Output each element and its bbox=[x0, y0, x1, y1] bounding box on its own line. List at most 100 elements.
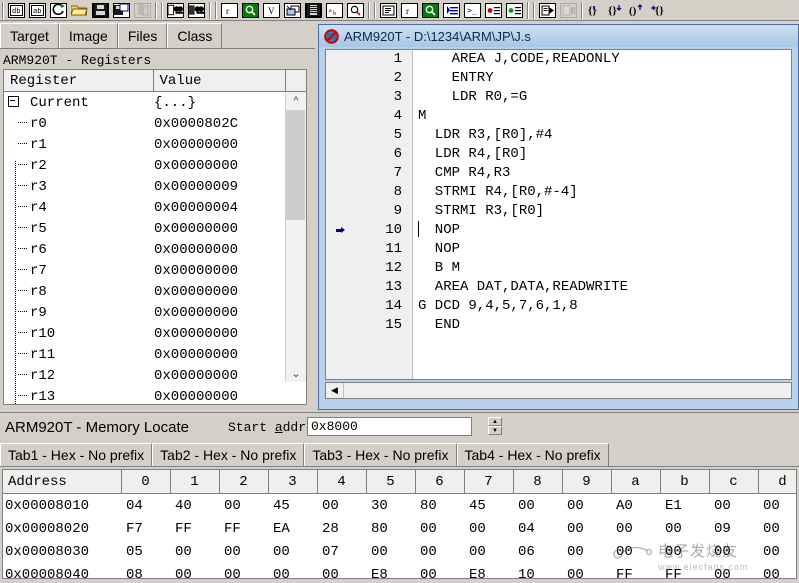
column-header-4[interactable]: 4 bbox=[317, 470, 367, 494]
step-out-icon[interactable]: () bbox=[627, 1, 648, 20]
code-horizontal-scrollbar[interactable]: ◀ bbox=[325, 382, 792, 399]
column-header-3[interactable]: 3 bbox=[268, 470, 318, 494]
memory-tab-4[interactable]: Tab4 - Hex - No prefix bbox=[456, 443, 609, 466]
table-row[interactable]: r4 0x00000004 bbox=[4, 197, 306, 218]
memory-cell[interactable]: E1 bbox=[660, 494, 709, 518]
memory-cell[interactable]: 00 bbox=[758, 563, 796, 579]
memory-cell[interactable]: A0 bbox=[611, 494, 660, 518]
table-row[interactable]: r12 0x00000000 bbox=[4, 365, 306, 386]
memory-cell[interactable]: 00 bbox=[758, 517, 796, 540]
table-row[interactable]: 0x00008030 05 00 00 00 07 00 00 00 06 00… bbox=[3, 540, 796, 563]
column-header-6[interactable]: 6 bbox=[415, 470, 465, 494]
memory-cell[interactable]: 30 bbox=[366, 494, 415, 518]
memory-cell[interactable]: 10 bbox=[513, 563, 562, 579]
search-memory-icon[interactable] bbox=[240, 1, 261, 20]
table-row[interactable]: 0x00008040 08 00 00 00 00 E8 00 E8 10 00… bbox=[3, 563, 796, 579]
find-icon[interactable] bbox=[165, 1, 186, 20]
memory-cell[interactable]: 00 bbox=[562, 494, 611, 518]
tab-image[interactable]: Image bbox=[58, 23, 118, 48]
table-row[interactable]: r10 0x00000000 bbox=[4, 323, 306, 344]
column-header-d[interactable]: d bbox=[758, 470, 796, 494]
start-address-input[interactable]: 0x8000 bbox=[307, 417, 472, 436]
step-in-icon[interactable]: {} bbox=[585, 1, 606, 20]
run-icon[interactable] bbox=[537, 1, 558, 20]
memory-cell[interactable]: 00 bbox=[709, 540, 758, 563]
scrollbar-thumb[interactable] bbox=[286, 110, 305, 220]
spinner-down-icon[interactable]: ▼ bbox=[488, 426, 502, 435]
memory-cell[interactable]: 00 bbox=[415, 517, 464, 540]
memory-cell[interactable]: 80 bbox=[415, 494, 464, 518]
table-row[interactable]: r8 0x00000000 bbox=[4, 281, 306, 302]
memory-cell[interactable]: 00 bbox=[562, 517, 611, 540]
memory-cell[interactable]: 00 bbox=[170, 540, 219, 563]
memory-cell[interactable]: 00 bbox=[317, 563, 366, 579]
memory-icon[interactable] bbox=[303, 1, 324, 20]
memory-cell[interactable]: 45 bbox=[464, 494, 513, 518]
column-header-register[interactable]: Register bbox=[4, 70, 154, 92]
column-header-2[interactable]: 2 bbox=[219, 470, 269, 494]
memory-cell[interactable]: FF bbox=[219, 517, 268, 540]
table-row[interactable]: r5 0x00000000 bbox=[4, 218, 306, 239]
table-row[interactable]: Current {...} bbox=[4, 92, 306, 113]
disassembly-icon[interactable] bbox=[378, 1, 399, 20]
registers-vertical-scrollbar[interactable]: ^ ⌄ bbox=[285, 92, 306, 382]
console-icon[interactable]: >_ bbox=[462, 1, 483, 20]
memory-cell[interactable]: 00 bbox=[415, 563, 464, 579]
collapse-expander-icon[interactable] bbox=[8, 96, 19, 108]
registers-icon[interactable]: r bbox=[219, 1, 240, 20]
table-row[interactable]: r0 0x0000802C bbox=[4, 113, 306, 134]
memory-cell[interactable]: F7 bbox=[121, 517, 170, 540]
column-header-b[interactable]: b bbox=[660, 470, 710, 494]
table-row[interactable]: r2 0x00000000 bbox=[4, 155, 306, 176]
memory-cell[interactable]: 00 bbox=[611, 540, 660, 563]
memory-cell[interactable]: 00 bbox=[464, 517, 513, 540]
table-row[interactable]: r13 0x00000000 bbox=[4, 386, 306, 404]
memory-cell[interactable]: E8 bbox=[366, 563, 415, 579]
tab-class[interactable]: Class bbox=[167, 23, 223, 48]
line-number-gutter[interactable]: 1 2 3 4 5 6 7 8 9 10 11 12 13 14 15 bbox=[326, 50, 413, 379]
memory-cell[interactable]: 00 bbox=[170, 563, 219, 579]
scroll-left-arrow-icon[interactable]: ◀ bbox=[326, 383, 344, 398]
memory-cell[interactable]: 00 bbox=[758, 494, 796, 518]
memory-cell[interactable]: 00 bbox=[660, 540, 709, 563]
memory-cell[interactable]: 00 bbox=[513, 494, 562, 518]
column-header-a[interactable]: a bbox=[611, 470, 661, 494]
open-folder-icon[interactable] bbox=[69, 1, 90, 20]
memory-cell[interactable]: 40 bbox=[170, 494, 219, 518]
print-icon[interactable] bbox=[132, 1, 153, 20]
memory-table[interactable]: Address 0 1 2 3 4 5 6 7 8 9 a b c d 0x00… bbox=[2, 469, 797, 579]
memory-cell[interactable]: 04 bbox=[513, 517, 562, 540]
column-header-8[interactable]: 8 bbox=[513, 470, 563, 494]
table-row[interactable]: r1 0x00000000 bbox=[4, 134, 306, 155]
memory-cell[interactable]: 80 bbox=[366, 517, 415, 540]
column-header-1[interactable]: 1 bbox=[170, 470, 220, 494]
memory-tab-2[interactable]: Tab2 - Hex - No prefix bbox=[152, 443, 305, 466]
code-text-area[interactable]: AREA J,CODE,READONLY ENTRY LDR R0,=G M L… bbox=[413, 50, 791, 379]
column-header-c[interactable]: c bbox=[709, 470, 759, 494]
memory-cell[interactable]: 45 bbox=[268, 494, 317, 518]
table-row[interactable]: r11 0x00000000 bbox=[4, 344, 306, 365]
memory-cell[interactable]: 00 bbox=[464, 540, 513, 563]
memory-cell[interactable]: 07 bbox=[317, 540, 366, 563]
source-view-icon[interactable] bbox=[441, 1, 462, 20]
memory-cell[interactable]: 00 bbox=[562, 540, 611, 563]
table-row[interactable]: 0x00008020 F7 FF FF EA 28 80 00 00 04 00… bbox=[3, 517, 796, 540]
table-row[interactable]: 0x00008010 04 40 00 45 00 30 80 45 00 00… bbox=[3, 494, 796, 518]
memory-cell[interactable]: 05 bbox=[121, 540, 170, 563]
memory-cell[interactable]: 00 bbox=[268, 563, 317, 579]
address-spinner[interactable]: ▲ ▼ bbox=[488, 417, 502, 436]
variables-icon[interactable]: V bbox=[261, 1, 282, 20]
save-icon[interactable] bbox=[90, 1, 111, 20]
table-row[interactable]: r6 0x00000000 bbox=[4, 239, 306, 260]
memory-cell-highlighted[interactable]: 09 bbox=[709, 517, 758, 540]
memory-cell[interactable]: 06 bbox=[513, 540, 562, 563]
open-workspace-icon[interactable]: ab bbox=[27, 1, 48, 20]
memory-tab-3[interactable]: Tab3 - Hex - No prefix bbox=[304, 443, 457, 466]
table-row[interactable]: r3 0x00000009 bbox=[4, 176, 306, 197]
memory-cell[interactable]: 00 bbox=[317, 494, 366, 518]
table-row[interactable]: r7 0x00000000 bbox=[4, 260, 306, 281]
step-over-icon[interactable]: {} bbox=[606, 1, 627, 20]
find-next-icon[interactable] bbox=[186, 1, 207, 20]
memory-cell[interactable]: 00 bbox=[415, 540, 464, 563]
tab-files[interactable]: Files bbox=[117, 23, 168, 48]
